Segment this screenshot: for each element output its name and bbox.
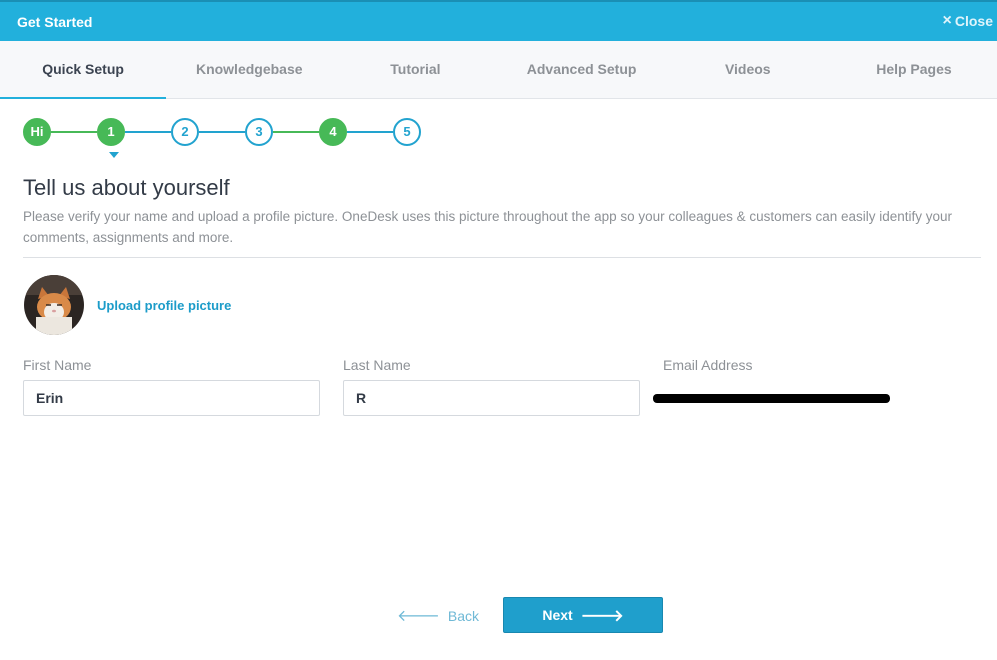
last-name-label: Last Name: [343, 357, 411, 373]
close-button[interactable]: × Close: [942, 12, 993, 30]
step-connector: [273, 131, 319, 133]
page-description: Please verify your name and upload a pro…: [23, 209, 953, 245]
avatar[interactable]: [24, 275, 84, 335]
back-button[interactable]: 🡐 Back: [397, 605, 479, 626]
close-label: Close: [954, 13, 993, 29]
dialog-header: Get Started × Close: [0, 0, 997, 41]
email-label: Email Address: [663, 357, 753, 373]
step-1[interactable]: 1: [97, 118, 125, 146]
step-connector: [51, 131, 97, 133]
step-3[interactable]: 3: [245, 118, 273, 146]
step-connector: [125, 131, 171, 133]
tab-tutorial[interactable]: Tutorial: [332, 41, 498, 98]
dialog-title: Get Started: [17, 14, 93, 30]
arrow-right-icon: 🡒: [580, 607, 624, 625]
tab-quick-setup[interactable]: Quick Setup: [0, 41, 167, 99]
back-label: Back: [447, 607, 480, 624]
tab-videos[interactable]: Videos: [665, 41, 831, 98]
arrow-left-icon: 🡐: [397, 608, 440, 625]
close-icon: ×: [942, 12, 952, 29]
upload-profile-picture-link[interactable]: Upload profile picture: [97, 298, 231, 313]
tab-bar: Quick Setup Knowledgebase Tutorial Advan…: [0, 41, 997, 99]
step-2[interactable]: 2: [171, 118, 199, 146]
next-button[interactable]: Next 🡒: [503, 597, 663, 633]
tab-help-pages[interactable]: Help Pages: [831, 41, 997, 98]
step-connector: [347, 131, 393, 133]
current-step-indicator: [109, 152, 119, 158]
first-name-label: First Name: [23, 357, 92, 373]
last-name-field[interactable]: [343, 380, 640, 416]
step-4[interactable]: 4: [319, 118, 347, 146]
tab-knowledgebase[interactable]: Knowledgebase: [166, 41, 332, 98]
email-value-redacted: [653, 394, 890, 403]
step-hi[interactable]: Hi: [23, 118, 51, 146]
page-title: Tell us about yourself: [23, 175, 230, 200]
cat-photo-image: [24, 275, 84, 335]
step-5[interactable]: 5: [393, 118, 421, 146]
next-label: Next: [542, 607, 573, 623]
step-connector: [199, 131, 245, 133]
section-divider: [23, 257, 981, 258]
tab-advanced-setup[interactable]: Advanced Setup: [499, 41, 665, 98]
first-name-field[interactable]: [23, 380, 320, 416]
